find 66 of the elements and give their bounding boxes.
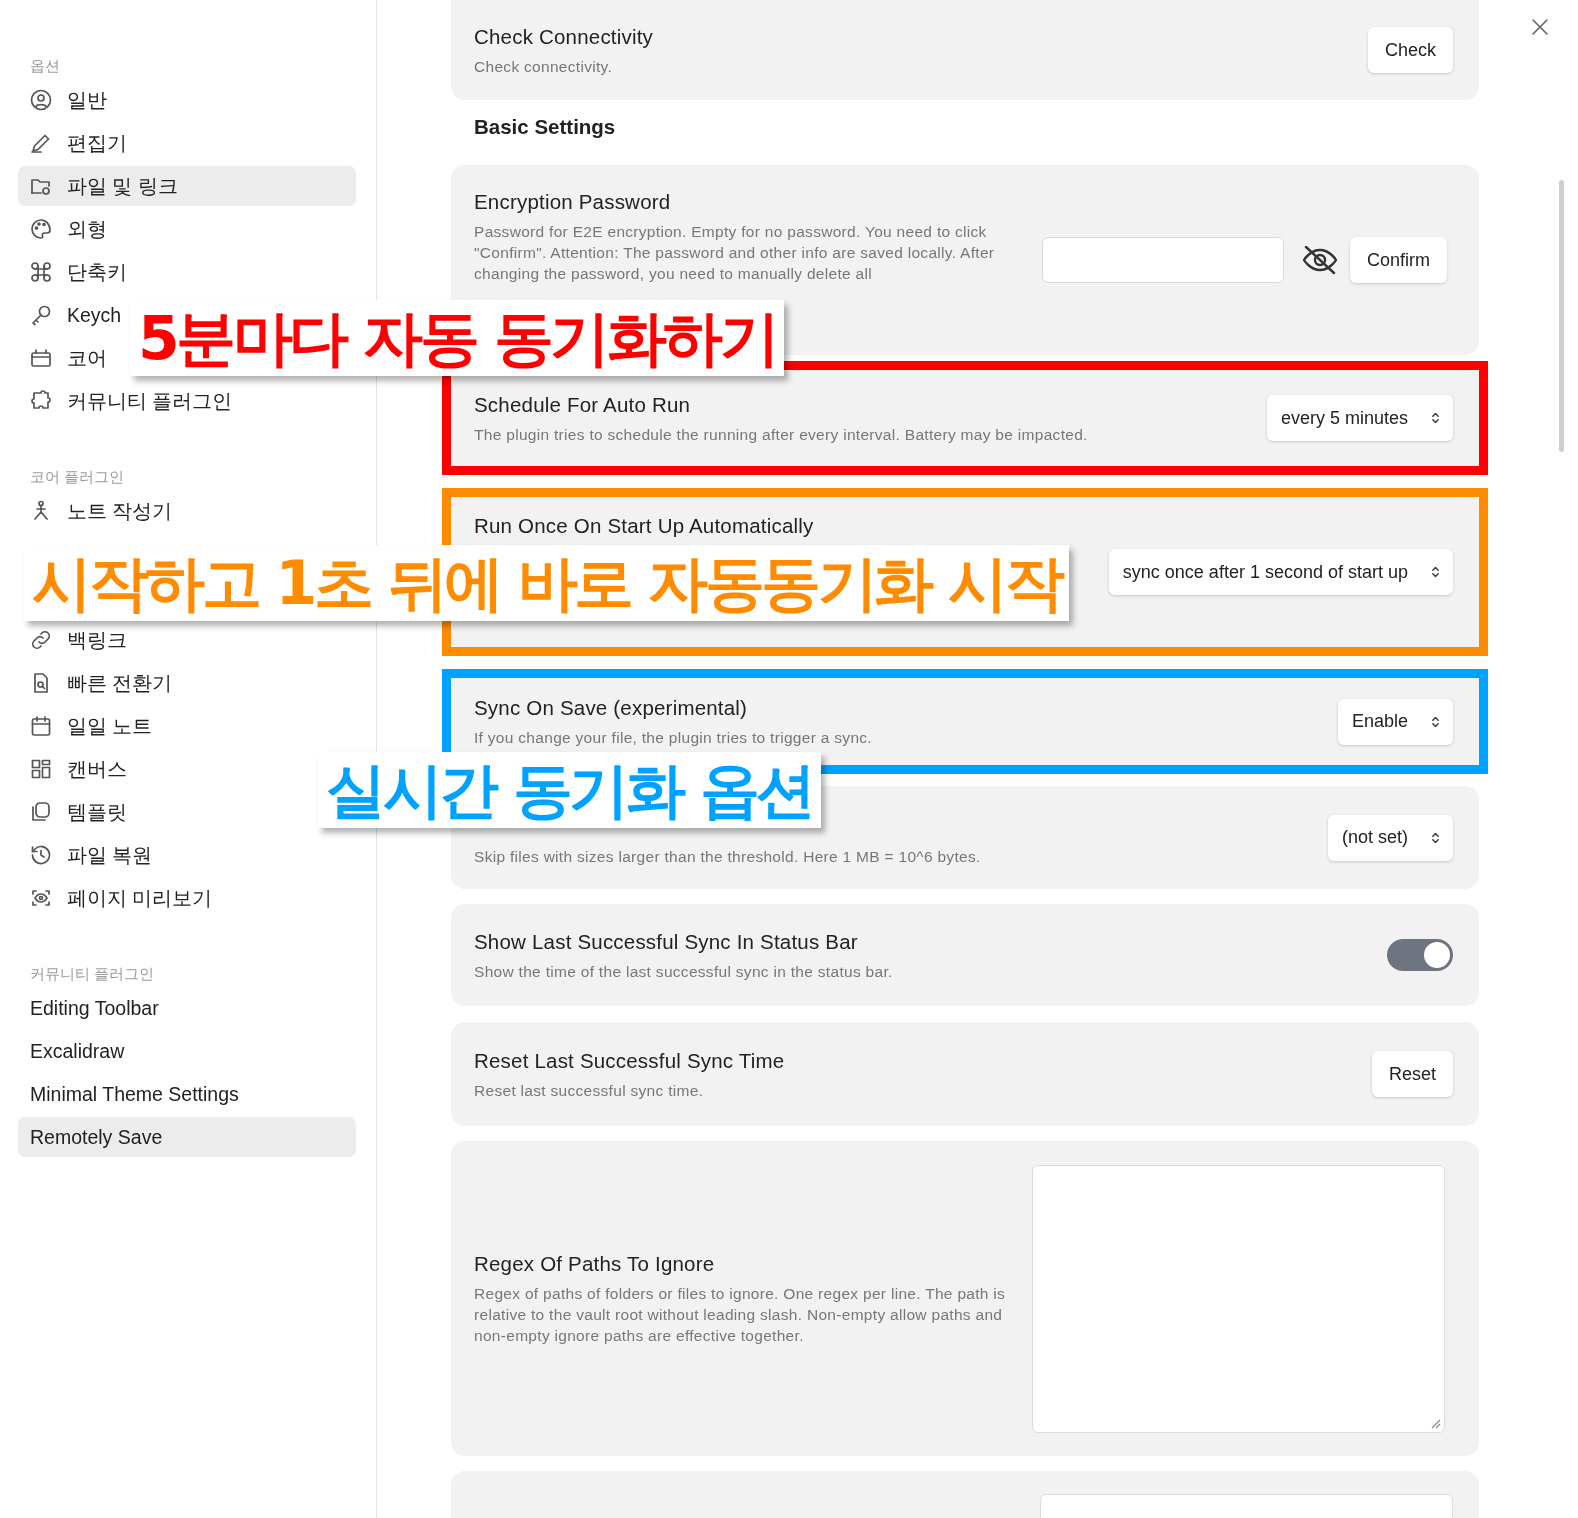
sidebar-item[interactable]: Editing Toolbar	[18, 988, 163, 1028]
setting-description: Show the time of the last successful sync in the status bar.	[474, 961, 893, 982]
copy-icon	[29, 800, 53, 824]
setting-title: Regex Of Paths To Ignore	[474, 1251, 715, 1277]
setting-description: Check connectivity.	[474, 56, 613, 77]
section-heading: 커뮤니티 플러그인	[30, 965, 155, 984]
link-icon	[29, 628, 53, 652]
sidebar-item[interactable]: Excalidraw	[18, 1031, 129, 1071]
setting-title: Schedule For Auto Run	[474, 391, 691, 418]
layout-icon	[29, 757, 53, 781]
sidebar-item[interactable]: 커뮤니티 플러그인	[18, 381, 237, 421]
toggle-switch[interactable]	[1387, 939, 1453, 971]
action-button[interactable]: Reset	[1371, 1051, 1453, 1097]
scrollbar[interactable]	[1559, 180, 1564, 452]
dropdown[interactable]: Enable	[1337, 698, 1453, 745]
sidebar-item[interactable]: 편집기	[18, 123, 131, 163]
sidebar-item[interactable]: 캔버스	[18, 749, 131, 789]
annotation-label: 5분마다 자동 동기화하기	[130, 300, 785, 376]
sidebar-item[interactable]: 백링크	[18, 620, 131, 660]
setting-title: Encryption Password	[474, 189, 671, 215]
section-heading: 옵션	[30, 57, 60, 76]
setting-title: Check Connectivity	[474, 23, 654, 50]
sidebar-item[interactable]: 템플릿	[18, 792, 131, 832]
setting-description: Regex of paths of folders or files to ignore. One regex per line. The path is relative to the vault root without leading slash. Non-empty allow paths and non-empty ignore paths are effective together.	[474, 1284, 1007, 1346]
sidebar-item[interactable]: 일반	[18, 80, 111, 120]
setting-description: Skip files with sizes larger than the threshold. Here 1 MB = 10^6 bytes.	[474, 847, 981, 867]
sidebar-item[interactable]: 일일 노트	[18, 706, 157, 746]
sidebar-item[interactable]: Minimal Theme Settings	[18, 1074, 243, 1114]
annotation-label: 실시간 동기화 옵션	[318, 752, 821, 828]
setting-description: Password for E2E encryption. Empty for no password. You need to click "Confirm". Attention: The password and other info are saved locally. After changing the password, you need to manually delete all	[474, 222, 996, 284]
dropdown[interactable]: every 5 minutes	[1266, 395, 1453, 441]
history-icon	[29, 843, 53, 867]
command-icon	[29, 260, 53, 284]
sidebar-item[interactable]: 단축키	[18, 252, 131, 292]
setting-description: The plugin tries to schedule the running after every interval. Battery may be impacted.	[474, 424, 1088, 445]
setting-title: Run Once On Start Up Automatically	[474, 513, 814, 539]
setting-description: Reset last successful sync time.	[474, 1080, 704, 1101]
setting-description: If you change your file, the plugin tries to trigger a sync.	[474, 728, 872, 748]
sidebar-item[interactable]: 파일 및 링크	[18, 166, 356, 206]
section-title: Basic Settings	[474, 115, 616, 139]
user-circle-icon	[29, 88, 53, 112]
section-heading: 코어 플러그인	[30, 468, 125, 487]
chevron-updown-icon	[1430, 564, 1441, 580]
dropdown[interactable]: (not set)	[1327, 814, 1453, 861]
eye-off-icon[interactable]	[1302, 245, 1338, 275]
calendar-icon	[29, 714, 53, 738]
key-icon	[29, 303, 53, 327]
annotation-label: 시작하고 1초 뒤에 바로 자동동기화 시작	[24, 545, 1070, 621]
action-button[interactable]: Check	[1367, 27, 1453, 73]
sidebar-item[interactable]: Keych	[18, 295, 126, 335]
palette-icon	[29, 217, 53, 241]
sidebar-item[interactable]: 코어	[18, 338, 111, 378]
setting-title: Sync On Save (experimental)	[474, 695, 748, 721]
setting-title: Reset Last Successful Sync Time	[474, 1047, 785, 1074]
close-icon[interactable]	[1530, 17, 1550, 37]
sidebar-item[interactable]: 외형	[18, 209, 111, 249]
sidebar-item[interactable]: Remotely Save	[18, 1117, 356, 1157]
sidebar-item[interactable]: 빠른 전환기	[18, 663, 177, 703]
password-field[interactable]	[1042, 237, 1284, 283]
sidebar-item[interactable]: 페이지 미리보기	[18, 878, 217, 918]
chevron-updown-icon	[1430, 410, 1441, 426]
confirm-button[interactable]: Confirm	[1350, 237, 1447, 283]
setting-title: Show Last Successful Sync In Status Bar	[474, 928, 858, 955]
sidebar-item[interactable]: 파일 복원	[18, 835, 157, 875]
sidebar-item[interactable]: 노트 작성기	[18, 491, 177, 531]
dropdown[interactable]: sync once after 1 second of start up	[1108, 549, 1453, 595]
